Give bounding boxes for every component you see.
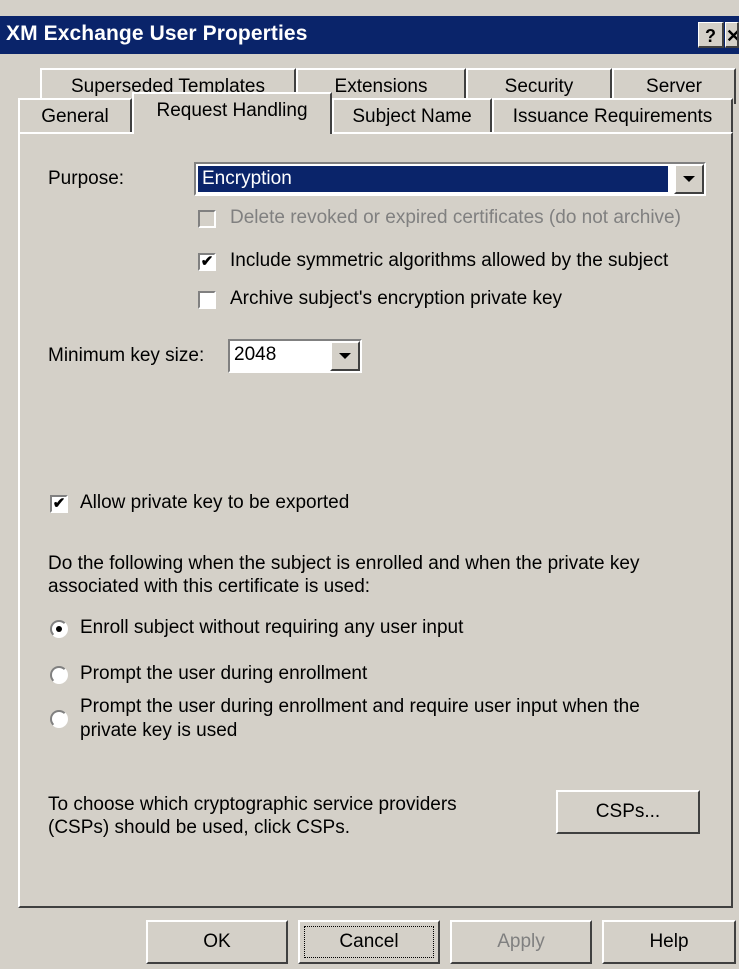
active-tab-joiner xyxy=(134,130,330,136)
delete-revoked-checkbox[interactable] xyxy=(198,210,216,228)
purpose-dropdown[interactable]: Encryption xyxy=(194,162,706,196)
purpose-value: Encryption xyxy=(198,166,668,192)
csps-button[interactable]: CSPs... xyxy=(556,790,700,834)
delete-revoked-label: Delete revoked or expired certificates (… xyxy=(230,207,681,228)
cancel-button[interactable]: Cancel xyxy=(298,920,440,964)
allow-export-label: Allow private key to be exported xyxy=(80,492,350,513)
close-icon[interactable]: ✕ xyxy=(725,22,739,48)
enroll-instructions-line2: associated with this certificate is used… xyxy=(48,576,371,597)
chevron-down-icon[interactable] xyxy=(674,164,704,194)
apply-button[interactable]: Apply xyxy=(450,920,592,964)
radio-prompt-require-input-label-1: Prompt the user during enrollment and re… xyxy=(80,696,640,717)
allow-export-checkbox[interactable]: ✔ xyxy=(50,495,68,513)
radio-prompt-require-input[interactable] xyxy=(50,710,68,728)
ok-button[interactable]: OK xyxy=(146,920,288,964)
tab-subject-name[interactable]: Subject Name xyxy=(332,98,492,134)
radio-prompt-user-label: Prompt the user during enrollment xyxy=(80,663,368,684)
title-bar: XM Exchange User Properties ? ✕ xyxy=(0,16,739,54)
enroll-instructions-line1: Do the following when the subject is enr… xyxy=(48,553,640,574)
include-symmetric-label: Include symmetric algorithms allowed by … xyxy=(230,250,669,271)
purpose-label: Purpose: xyxy=(48,168,125,189)
include-symmetric-checkbox[interactable]: ✔ xyxy=(198,253,216,271)
tab-issuance-requirements[interactable]: Issuance Requirements xyxy=(492,98,733,134)
window-title: XM Exchange User Properties xyxy=(6,22,308,45)
radio-enroll-no-input-label: Enroll subject without requiring any use… xyxy=(80,617,464,638)
radio-enroll-no-input[interactable] xyxy=(50,620,68,638)
archive-key-label: Archive subject's encryption private key xyxy=(230,288,563,309)
tab-general[interactable]: General xyxy=(18,98,132,134)
help-icon[interactable]: ? xyxy=(698,22,724,48)
csp-text-line2: (CSPs) should be used, click CSPs. xyxy=(48,817,351,838)
radio-prompt-user[interactable] xyxy=(50,666,68,684)
help-button[interactable]: Help xyxy=(602,920,736,964)
chevron-down-icon[interactable] xyxy=(330,341,360,371)
archive-key-checkbox[interactable] xyxy=(198,291,216,309)
min-key-size-label: Minimum key size: xyxy=(48,345,205,366)
csp-text-line1: To choose which cryptographic service pr… xyxy=(48,794,457,815)
min-key-size-dropdown[interactable]: 2048 xyxy=(228,339,362,373)
tab-request-handling[interactable]: Request Handling xyxy=(132,92,332,134)
min-key-size-value: 2048 xyxy=(234,344,277,365)
radio-prompt-require-input-label-2: private key is used xyxy=(80,720,238,741)
